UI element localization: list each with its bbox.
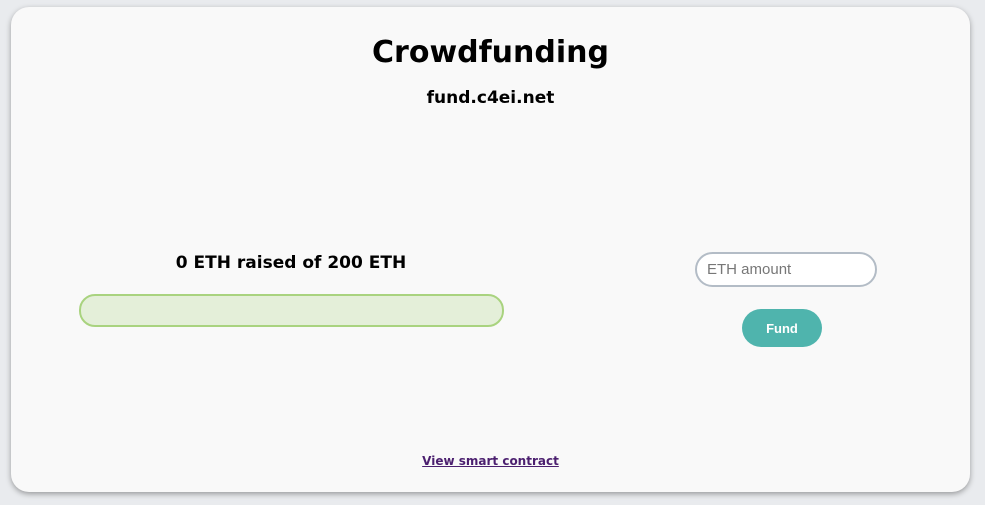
site-domain: fund.c4ei.net <box>426 88 555 108</box>
goal-amount: 200 <box>327 253 363 273</box>
crowdfunding-card: Crowdfunding fund.c4ei.net 0 ETH raised … <box>11 7 970 492</box>
funding-progress-bar <box>79 294 504 327</box>
funding-status: 0 ETH raised of 200 ETH <box>79 252 503 274</box>
page-title: Crowdfunding <box>372 35 609 70</box>
view-smart-contract-link[interactable]: View smart contract <box>422 454 559 468</box>
eth-amount-input[interactable] <box>695 252 877 287</box>
raised-middle-text: ETH raised of <box>187 253 328 273</box>
raised-amount: 0 <box>175 253 188 273</box>
footer: View smart contract <box>11 453 970 469</box>
raised-suffix: ETH <box>362 253 407 273</box>
fund-button[interactable]: Fund <box>742 309 822 347</box>
